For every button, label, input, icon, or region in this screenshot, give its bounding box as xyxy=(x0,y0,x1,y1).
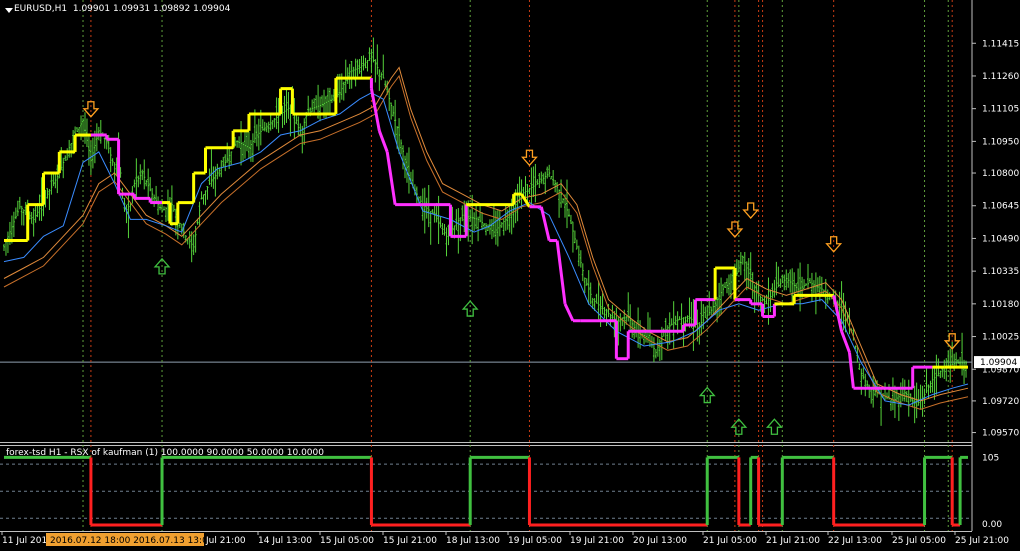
time-tick-label: Jul 21:00 xyxy=(205,536,246,546)
symbol-label: EURUSD,H1 xyxy=(14,4,68,14)
time-tick-label: 14 Jul 13:00 xyxy=(258,536,312,546)
indicator-axis-bottom: 0.00 xyxy=(982,520,1002,530)
indicator-label: forex-tsd H1 - RSX of kaufman (1) 100.00… xyxy=(6,448,324,458)
symbol-menu-icon[interactable] xyxy=(5,8,13,13)
trading-terminal: 1.11415 1.11260 1.11105 1.10950 1.10800 1.106… xyxy=(0,0,1020,551)
background xyxy=(0,0,1020,551)
time-tick-label: 25 Jul 05:00 xyxy=(892,536,946,546)
price-tick-label: 1.10025 xyxy=(982,333,1019,343)
time-tick-label: 18 Jul 13:00 xyxy=(446,536,500,546)
time-tick-label: 21 Jul 21:00 xyxy=(766,536,820,546)
chart-header: EURUSD,H1 1.09901 1.09931 1.09892 1.0990… xyxy=(14,4,230,14)
price-tick-label: 1.11415 xyxy=(982,39,1019,49)
time-tick-label: 25 Jul 21:00 xyxy=(955,536,1009,546)
price-tick-label: 1.11105 xyxy=(982,105,1019,115)
price-tick-label: 1.10335 xyxy=(982,267,1019,277)
price-tick-label: 1.10180 xyxy=(982,300,1019,310)
time-tick-label: 21 Jul 05:00 xyxy=(703,536,757,546)
time-tick-label: 19 Jul 05:00 xyxy=(508,536,562,546)
time-tick-label: 20 Jul 13:00 xyxy=(633,536,687,546)
price-tick-label: 1.10645 xyxy=(982,202,1019,212)
time-tick-label: 19 Jul 21:00 xyxy=(570,536,624,546)
time-highlight-label: 2016.07.12 18:00 2016.07.13 13:00 xyxy=(50,536,214,546)
price-tick-label: 1.10950 xyxy=(982,137,1019,147)
price-tick-label: 1.11260 xyxy=(982,72,1019,82)
time-tick-label: 15 Jul 21:00 xyxy=(383,536,437,546)
price-tick-label: 1.10800 xyxy=(982,169,1019,179)
price-tick-label: 1.09570 xyxy=(982,429,1019,439)
time-tick-label: 22 Jul 13:00 xyxy=(828,536,882,546)
time-tick-label: 15 Jul 05:00 xyxy=(320,536,374,546)
chart-canvas[interactable]: 1.11415 1.11260 1.11105 1.10950 1.10800 1.106… xyxy=(0,0,1020,551)
current-price-label: 1.09904 xyxy=(980,358,1017,368)
time-tick-label: 11 Jul 2016 xyxy=(2,536,53,546)
price-tick-label: 1.10490 xyxy=(982,234,1019,244)
ohlc-values: 1.09901 1.09931 1.09892 1.09904 xyxy=(72,4,231,14)
price-tick-label: 1.09720 xyxy=(982,397,1019,407)
indicator-axis-top: 105 xyxy=(982,453,999,463)
